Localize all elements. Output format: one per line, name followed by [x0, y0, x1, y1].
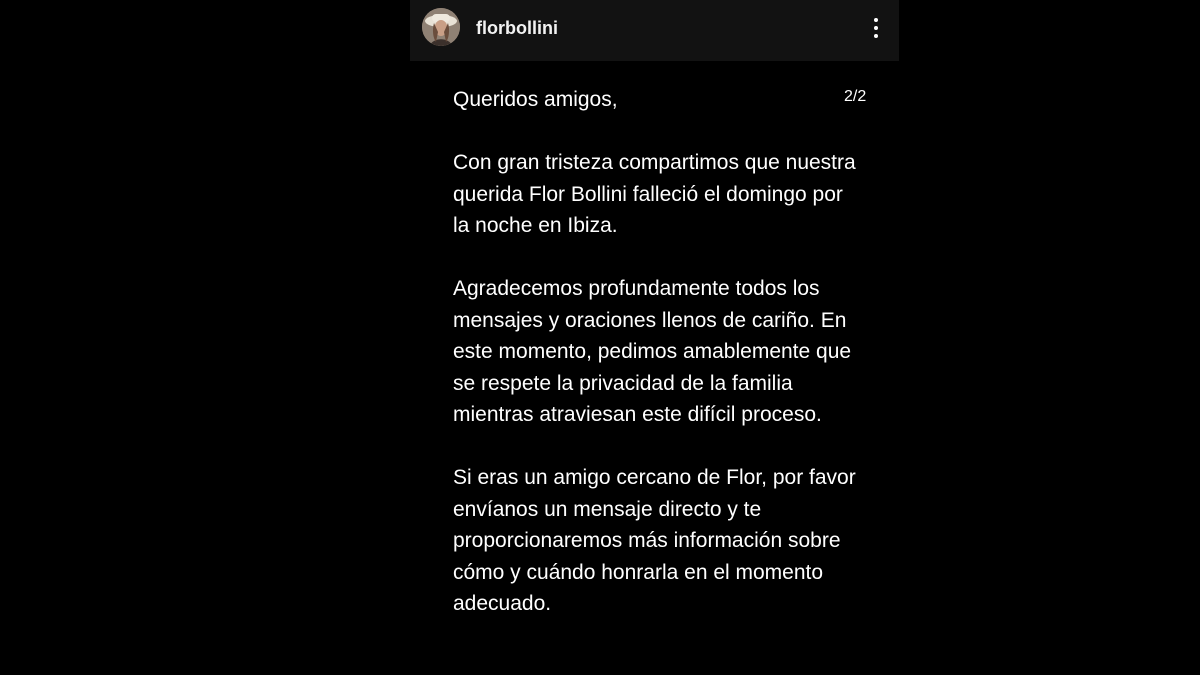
ellipsis-dot — [874, 34, 878, 38]
avatar[interactable] — [422, 8, 460, 46]
contact-paragraph: Si eras un amigo cercano de Flor, por fa… — [453, 466, 856, 615]
post-header: florbollini — [410, 0, 899, 61]
post-text: Queridos amigos, Con gran tristeza compa… — [453, 84, 863, 620]
thanks-paragraph: Agradecemos profundamente todos los mens… — [453, 277, 852, 426]
more-options-button[interactable] — [871, 14, 881, 42]
username[interactable]: florbollini — [476, 17, 558, 39]
greeting-paragraph: Queridos amigos, — [453, 88, 618, 111]
ellipsis-dot — [874, 26, 878, 30]
vertical-ellipsis-icon — [874, 18, 878, 22]
announcement-paragraph: Con gran tristeza compartimos que nuestr… — [453, 151, 856, 237]
post-content: 2/2 Queridos amigos, Con gran tristeza c… — [410, 61, 899, 675]
profile-photo-icon — [422, 8, 460, 46]
